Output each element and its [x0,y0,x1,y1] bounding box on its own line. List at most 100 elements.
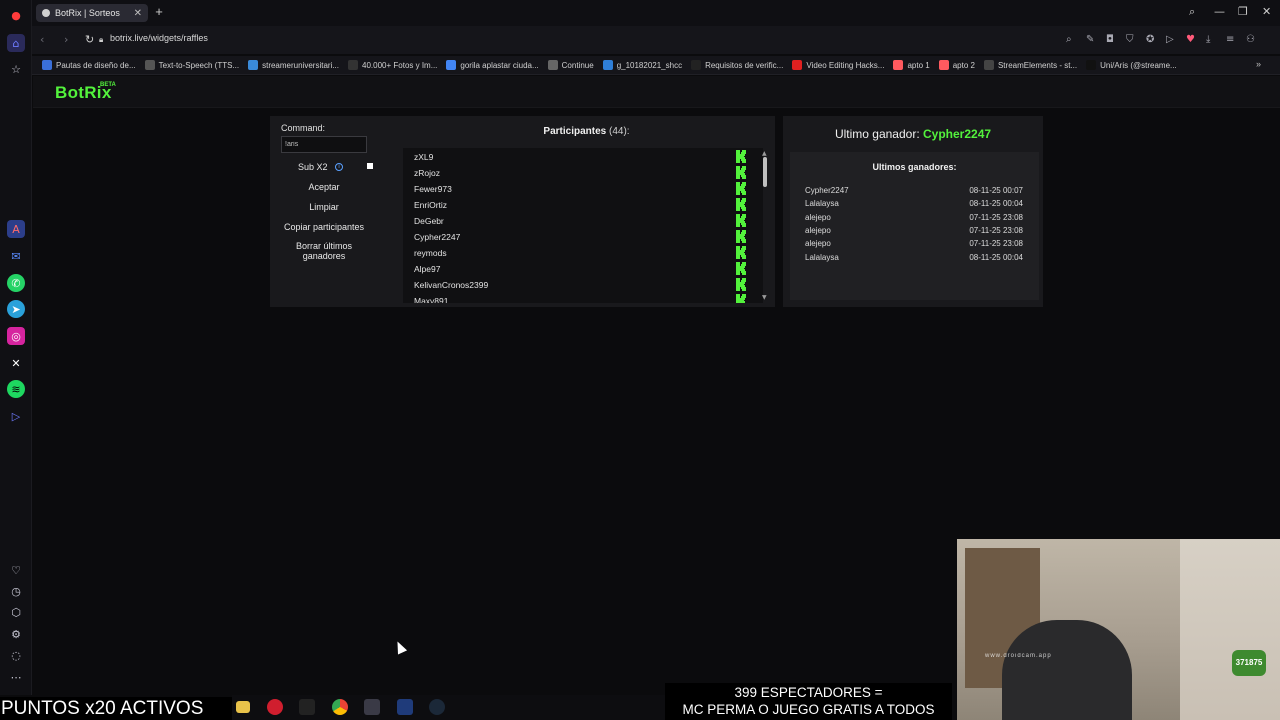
heart-icon[interactable]: ♥ [1186,34,1195,45]
new-tab-icon[interactable]: + [152,5,166,19]
tips-icon[interactable]: ◌ [7,646,25,664]
clear-button[interactable]: Limpiar [281,202,367,212]
pexels-icon [348,60,359,70]
bookmark-label: Continue [561,60,594,70]
close-window-icon[interactable]: ✕ [1262,5,1271,18]
instagram-icon[interactable]: ◎ [7,327,25,345]
x-icon [691,60,702,70]
shield-icon[interactable]: ⛉ [1126,34,1134,45]
x-icon[interactable]: ✕ [7,354,25,372]
bookmark-label: Text-to-Speech (TTS... [158,60,240,70]
scroll-down-icon[interactable]: ▼ [762,294,767,301]
opera-logo-icon[interactable]: ● [7,6,25,24]
aria-icon[interactable]: A [7,220,25,238]
back-icon[interactable]: ‹ [40,33,44,46]
bookmark-item[interactable]: Pautas de diseño de... [42,60,136,70]
beta-badge: BETA [100,82,116,88]
player-icon[interactable]: ▷ [7,407,25,425]
chrome-taskbar-icon[interactable] [332,699,348,715]
copy-participants-button[interactable]: Copiar participantes [281,222,367,232]
page-header [33,76,1280,108]
search-tabs-icon[interactable]: ⌕ [1189,5,1195,19]
bookmark-item[interactable]: apto 2 [938,60,975,70]
obs-taskbar-icon[interactable] [364,699,380,715]
delete-winners-label-line2: ganadores [302,251,346,261]
bookmark-item[interactable]: 40.000+ Fotos y Im... [348,60,437,70]
more-bookmarks-icon[interactable]: » [1256,59,1261,69]
reload-icon[interactable]: ↻ [85,33,94,46]
bookmark-item[interactable]: Continue [547,60,594,70]
info-icon[interactable]: i [335,163,343,171]
spotify-icon[interactable]: ≋ [7,380,25,398]
edit-icon[interactable]: ✎ [1086,34,1094,45]
minimize-icon[interactable]: — [1214,5,1225,18]
winner-date: 08-11-25 00:07 [969,186,1023,195]
star-icon[interactable]: ☆ [7,60,25,78]
participant-name: Alpe97 [414,264,441,274]
taskbar [232,695,665,720]
menu-icon[interactable]: ≡ [1226,34,1234,45]
vscode-taskbar-icon[interactable] [397,699,413,715]
bookmark-item[interactable]: g_10182021_shcc [602,60,682,70]
steam-taskbar-icon[interactable] [429,699,445,715]
bookmark-label: 40.000+ Fotos y Im... [362,60,438,70]
command-input[interactable] [281,136,367,153]
bookmark-item[interactable]: Text-to-Speech (TTS... [144,60,240,70]
participant-name: zXL9 [414,152,434,162]
participants-list[interactable]: zXL9 zRojoz Fewer973 EnriOrtiz DeGebr Cypher2… [403,148,763,303]
lock-icon[interactable]: 🔒︎ [99,35,103,45]
history-icon[interactable]: ◷ [7,582,25,600]
heart-icon[interactable]: ♡ [7,561,25,579]
document-icon [547,60,558,70]
winner-row: alejepo 07-11-25 23:08 [805,239,1023,248]
camera-icon[interactable]: ◘ [1106,34,1114,45]
file-explorer-icon[interactable] [236,701,250,713]
accept-button[interactable]: Aceptar [281,182,367,192]
tts-icon [144,60,155,70]
participants-title: Participantes (44): [420,126,753,137]
forward-icon[interactable]: › [64,33,68,46]
bookmark-item[interactable]: gorila aplastar ciuda... [446,60,539,70]
whatsapp-icon[interactable]: ✆ [7,274,25,292]
download-icon[interactable]: ⤓ [1206,34,1210,45]
telegram-icon[interactable]: ➤ [7,300,25,318]
search-icon[interactable]: ⌕ [1066,34,1072,45]
kick-icon [736,278,747,291]
bookmark-item[interactable]: Video Editing Hacks... [792,60,884,70]
tab-botrix[interactable]: BotRix | Sorteos ✕ [36,4,148,22]
participant-row: zXL9 [414,150,754,168]
bookmark-item[interactable]: Uni/Aris (@streame... [1086,60,1177,70]
bookmark-item[interactable]: streameruniversitari... [248,60,339,70]
participant-name: DeGebr [414,216,444,226]
more-icon[interactable]: ⋯ [7,668,25,686]
app-taskbar-icon[interactable] [299,699,315,715]
winner-row: alejepo 07-11-25 23:08 [805,226,1023,235]
vpn-icon[interactable]: ✪ [1146,34,1154,45]
airbnb-icon [938,60,949,70]
bookmark-item[interactable]: Requisitos de verific... [691,60,783,70]
bookmark-item[interactable]: apto 1 [893,60,930,70]
winner-row: Lalalaysa 08-11-25 00:04 [805,199,1023,208]
cloud-icon [602,60,613,70]
sub-x2-checkbox[interactable] [367,163,373,169]
kick-icon [736,294,747,303]
opera-taskbar-icon[interactable] [267,699,283,715]
scroll-thumb[interactable] [763,157,767,187]
kick-icon [736,214,747,227]
messenger-icon[interactable]: ✉ [7,247,25,265]
profile-icon[interactable]: ⚇ [1246,34,1255,45]
play-icon[interactable]: ▷ [1166,34,1174,45]
delete-winners-button[interactable]: Borrar últimos ganadores [281,241,367,261]
url-field[interactable]: botrix.live/widgets/raffles [110,33,208,43]
settings-icon[interactable]: ⚙ [7,625,25,643]
extensions-icon[interactable]: ⬡ [7,603,25,621]
bookmark-item[interactable]: StreamElements - st... [983,60,1077,70]
scroll-up-icon[interactable]: ▲ [762,150,767,157]
restore-icon[interactable]: ❐ [1238,5,1248,18]
delete-winners-label-line1: Borrar últimos [295,241,352,251]
winner-date: 08-11-25 00:04 [969,199,1023,209]
participant-row: Maxy891 [414,294,754,303]
close-tab-icon[interactable]: ✕ [134,8,142,19]
winner-row: Lalalaysa 08-11-25 00:04 [805,253,1023,262]
home-icon[interactable]: ⌂ [7,34,25,52]
